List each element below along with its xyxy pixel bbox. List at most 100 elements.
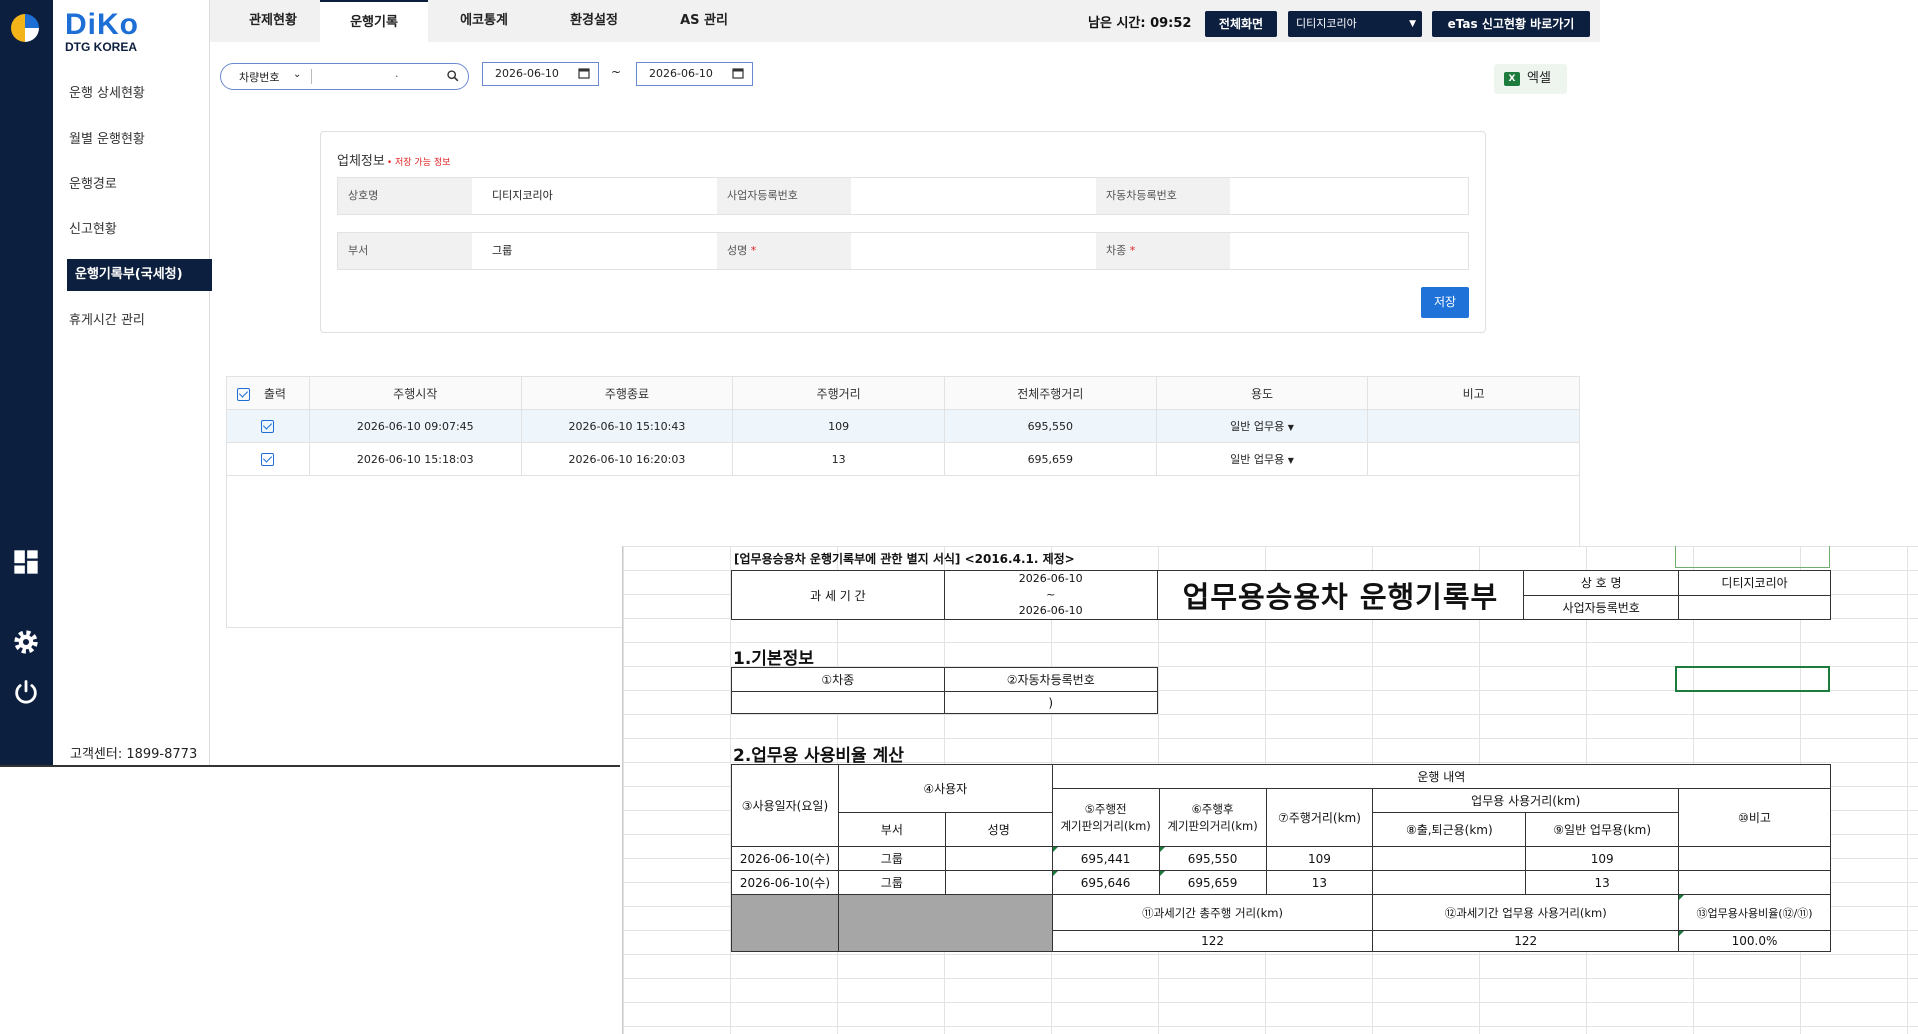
save-button[interactable]: 저장 (1421, 287, 1469, 318)
label-name-text: 성명 (727, 244, 748, 257)
brand-name: DiKo (65, 8, 139, 41)
label-car-type: 차종 * (1096, 233, 1230, 269)
power-icon[interactable] (12, 678, 40, 706)
bizno-label: 사업자등록번호 (1523, 594, 1680, 620)
card-note: • 저장 가능 정보 (386, 158, 451, 168)
trip-table: 출력 주행시작 주행종료 주행거리 전체주행거리 용도 비고 2026-06-1… (226, 376, 1580, 476)
col-business: 업무용 사용거리(km) (1372, 788, 1680, 813)
col-drive: 운행 내역 (1051, 764, 1832, 789)
date-to-input[interactable]: 2026-06-10 (636, 62, 753, 86)
sum-business: 122 (1372, 930, 1680, 952)
chevron-down-icon: ▼ (1287, 456, 1294, 465)
calendar-icon[interactable] (578, 67, 590, 79)
excel-button[interactable]: X 엑셀 (1494, 64, 1567, 94)
selected-cell-outline (1675, 546, 1830, 568)
tab-eco[interactable]: 에코통계 (430, 0, 538, 42)
usage-commute (1372, 846, 1527, 871)
table-row[interactable]: 2026-06-10 09:07:45 2026-06-10 15:10:43 … (226, 409, 1580, 443)
brand-logo[interactable]: DiKo DTG KOREA (65, 8, 139, 55)
period-range: 2026-06-10 ~ 2026-06-10 (943, 570, 1158, 620)
value-car-no[interactable] (1230, 178, 1468, 214)
excel-sheet[interactable]: [업무용승용차 운행기록부에 관한 별지 서식] <2016.4.1. 제정> … (622, 546, 1918, 1034)
tab-settings[interactable]: 환경설정 (540, 0, 648, 42)
search-icon[interactable] (446, 69, 460, 83)
sidebar-item-route[interactable]: 운행경로 (69, 169, 117, 201)
value-name[interactable] (851, 233, 1096, 269)
cell-note[interactable] (1367, 409, 1580, 443)
usage-general: 109 (1525, 846, 1680, 871)
sum-ratio: 100.0% (1678, 930, 1831, 952)
cell-purpose[interactable]: 일반 업무용 ▼ (1155, 409, 1369, 443)
calendar-icon[interactable] (732, 67, 744, 79)
window-edge (0, 765, 620, 767)
label-car-no: 자동차등록번호 (1096, 178, 1230, 214)
value-dept[interactable]: 그룹 (472, 233, 717, 269)
value-company-name[interactable]: 디티지코리아 (472, 178, 717, 214)
table-row[interactable]: 2026-06-10 15:18:03 2026-06-10 16:20:03 … (226, 442, 1580, 476)
usage-table: ③사용일자(요일) ④사용자 운행 내역 ⑤주행전 계기판의거리(km) ⑥주행… (731, 764, 1832, 952)
header-start: 주행시작 (308, 376, 522, 410)
date-from-input[interactable]: 2026-06-10 (482, 62, 599, 86)
settings-icon[interactable] (12, 628, 40, 656)
period-label: 과 세 기 간 (731, 570, 945, 620)
basic-info-table: ①차종 ②자동차등록번호 ) (731, 667, 1158, 714)
cell-start: 2026-06-10 09:07:45 (308, 409, 522, 443)
excel-icon: X (1504, 72, 1520, 86)
tab-control[interactable]: 관제현황 (228, 0, 318, 42)
sidebar-item-logbook[interactable]: 운행기록부(국세청) (67, 259, 212, 291)
row-checkbox[interactable] (261, 419, 275, 433)
section-ratio: 2.업무용 사용비율 계산 (733, 746, 904, 766)
section-basic-info: 1.기본정보 (733, 649, 814, 669)
car-type-label: ①차종 (731, 667, 945, 692)
required-mark: * (750, 244, 757, 257)
col-general: ⑨일반 업무용(km) (1525, 812, 1680, 847)
label-biz-no: 사업자등록번호 (717, 178, 851, 214)
col-dist: ⑦주행거리(km) (1265, 788, 1374, 847)
sidebar-item-detail[interactable]: 운행 상세현황 (69, 78, 145, 110)
dashboard-icon[interactable] (12, 548, 40, 576)
date-to-value: 2026-06-10 (649, 67, 713, 80)
card-title-text: 업체정보 (337, 154, 385, 169)
company-select[interactable]: 디티지코리아 ▼ (1288, 11, 1422, 37)
purpose-select[interactable]: 일반 업무용 (1230, 420, 1284, 433)
fullscreen-button[interactable]: 전체화면 (1205, 11, 1277, 37)
logo-icon (11, 14, 39, 42)
usage-row: 2026-06-10(수) 그룹 695,646 695,659 13 13 (731, 870, 1831, 895)
sidebar-item-monthly[interactable]: 월별 운행현황 (69, 124, 145, 156)
tab-driving-log[interactable]: 운행기록 (320, 0, 428, 42)
tab-as[interactable]: AS 관리 (650, 0, 758, 42)
usage-dept: 그룹 (837, 846, 946, 871)
excel-label: 엑셀 (1527, 71, 1551, 86)
header-print[interactable]: 출력 (226, 376, 310, 410)
sidebar-item-report[interactable]: 신고현황 (69, 214, 117, 246)
value-car-type[interactable] (1230, 233, 1468, 269)
vehicle-search: 차량번호 ⌄ . (220, 63, 469, 90)
vehicle-select[interactable]: 차량번호 (239, 69, 279, 85)
header-note: 비고 (1367, 376, 1580, 410)
vehicle-search-input[interactable]: . (395, 67, 399, 80)
cell-distance: 13 (732, 442, 945, 476)
value-biz-no[interactable] (851, 178, 1096, 214)
trip-table-header: 출력 주행시작 주행종료 주행거리 전체주행거리 용도 비고 (226, 376, 1580, 410)
chevron-down-icon: ⌄ (293, 69, 302, 80)
active-cell[interactable] (1675, 666, 1830, 692)
bizno-value (1678, 594, 1831, 620)
purpose-select[interactable]: 일반 업무용 (1230, 453, 1284, 466)
header-print-label: 출력 (263, 386, 286, 401)
sum-ratio-label: ⑬업무용사용비율(⑫/⑪) (1678, 894, 1831, 931)
select-all-checkbox[interactable] (237, 387, 250, 401)
sidebar-item-rest[interactable]: 휴게시간 관리 (69, 305, 145, 337)
date-from-value: 2026-06-10 (495, 67, 559, 80)
col-dept: 부서 (837, 812, 946, 847)
cell-purpose[interactable]: 일반 업무용 ▼ (1155, 442, 1369, 476)
col-before: ⑤주행전 계기판의거리(km) (1051, 788, 1160, 847)
etas-button[interactable]: eTas 신고현황 바로가기 (1432, 11, 1590, 37)
usage-before: 695,441 (1051, 846, 1160, 871)
usage-note (1678, 846, 1831, 871)
cell-note[interactable] (1367, 442, 1580, 476)
row-checkbox-cell (226, 409, 310, 443)
usage-dist: 109 (1265, 846, 1374, 871)
row-checkbox[interactable] (261, 452, 275, 466)
required-mark: * (1129, 244, 1136, 257)
usage-name (944, 846, 1053, 871)
